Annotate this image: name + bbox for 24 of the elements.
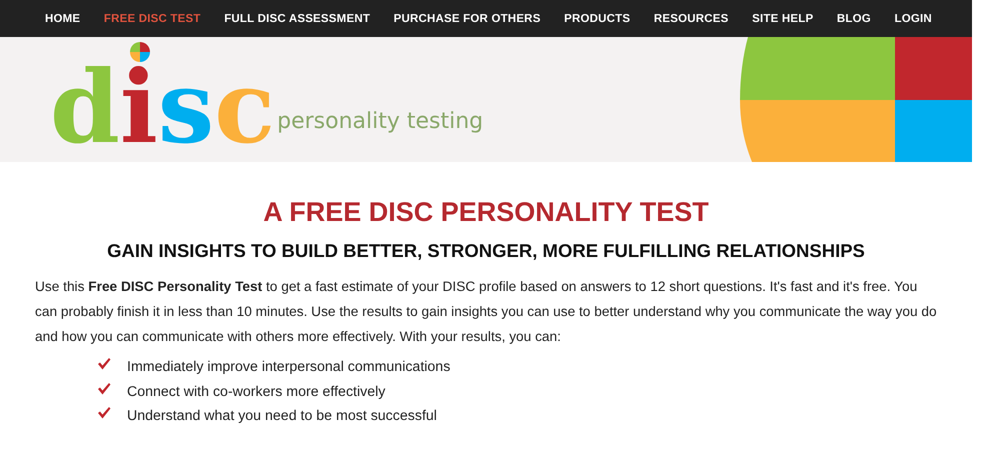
intro-paragraph: Use this Free DISC Personality Test to get a fast estimate of your DISC profile based on answers to 12 short questions. It's fast and it's free. You can probably finish it in less than 10 minutes. Use the results to gain insights you can use to better understand why you communicate the way you do and how you can communicate with others more effectively. With your results, you can: (35, 278, 937, 346)
nav-link[interactable]: LOGIN (894, 12, 932, 24)
benefit-item: Immediately improve interpersonal communications (127, 359, 450, 376)
logo-letter: c (214, 68, 276, 146)
checkmark-icon (97, 382, 111, 396)
logo-tagline: personality testing (277, 108, 484, 134)
logo-letter: i (120, 68, 158, 146)
pie-icon (130, 42, 150, 62)
nav-link[interactable]: HOME (45, 12, 80, 24)
page-subtitle: GAIN INSIGHTS TO BUILD BETTER, STRONGER, MORE FULFILLING RELATIONSHIPS (106, 240, 866, 262)
nav-link[interactable]: SITE HELP (752, 12, 814, 24)
benefit-item: Understand what you need to be most successful (127, 408, 437, 424)
nav-link[interactable]: FULL DISC ASSESSMENT (224, 12, 370, 24)
logo-letter: d (50, 68, 120, 146)
nav-link[interactable]: FREE DISC TEST (104, 12, 201, 24)
page-title: A FREE DISC PERSONALITY TEST (262, 197, 710, 228)
benefit-item: Connect with co-workers more effectively (127, 384, 386, 400)
nav-link[interactable]: BLOG (836, 12, 871, 24)
nav-link[interactable]: PRODUCTS (564, 12, 630, 24)
checkmark-icon (97, 357, 111, 372)
nav-link[interactable]: RESOURCES (654, 12, 729, 24)
logo-letter: s (158, 68, 214, 146)
checkmark-icon (97, 406, 111, 420)
nav-link[interactable]: PURCHASE FOR OTHERS (394, 12, 541, 24)
